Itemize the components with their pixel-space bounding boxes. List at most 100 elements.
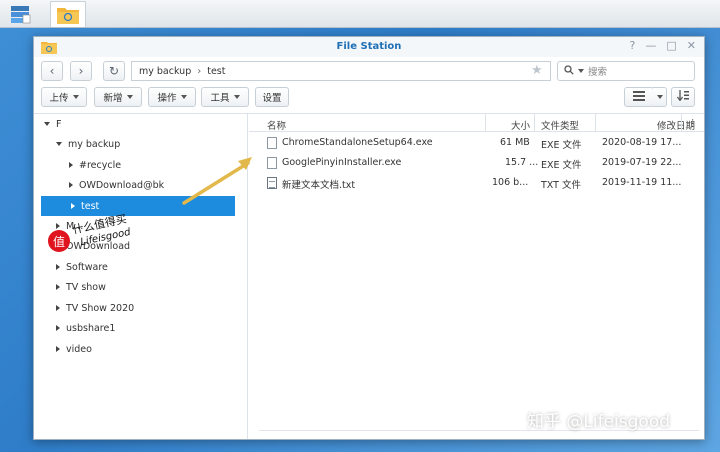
tree-item-label: test bbox=[81, 200, 100, 212]
tree-item-recycle[interactable]: #recycle bbox=[69, 155, 121, 175]
toolbar: 上传 新增 操作 工具 设置 bbox=[34, 87, 704, 109]
file-type: TXT 文件 bbox=[541, 180, 581, 191]
folder-tree: F my backup #recycle OWDownload@bk test … bbox=[34, 114, 248, 439]
sort-icon bbox=[677, 90, 689, 104]
breadcrumb-item[interactable]: my backup bbox=[139, 66, 191, 77]
column-type[interactable]: 文件类型 bbox=[541, 118, 579, 132]
file-station-folder-icon bbox=[57, 7, 79, 24]
chevron-down-icon bbox=[656, 95, 663, 99]
chevron-down-icon bbox=[72, 95, 79, 99]
new-button[interactable]: 新增 bbox=[94, 87, 142, 107]
table-row[interactable]: GooglePinyinInstaller.exe 15.7 ... EXE 文… bbox=[249, 153, 704, 173]
tree-root-label: F bbox=[56, 118, 62, 130]
collapse-icon[interactable] bbox=[56, 346, 60, 352]
chevron-left-icon: ‹ bbox=[49, 64, 55, 78]
chevron-down-icon bbox=[126, 95, 133, 99]
taskbar-app-synology[interactable] bbox=[2, 1, 38, 27]
view-mode-button[interactable] bbox=[624, 87, 654, 107]
tree-root[interactable]: F bbox=[44, 114, 61, 134]
close-icon[interactable]: ✕ bbox=[687, 39, 696, 52]
breadcrumb-item[interactable]: test bbox=[207, 66, 225, 77]
tools-label: 工具 bbox=[210, 93, 230, 104]
file-name: GooglePinyinInstaller.exe bbox=[282, 157, 402, 168]
file-size: 106 b... bbox=[492, 177, 529, 188]
file-list: 名称 大小 文件类型 修改日期 ⋮ ChromeStandaloneSetup6… bbox=[249, 114, 704, 439]
action-button[interactable]: 操作 bbox=[148, 87, 196, 107]
tree-item-video[interactable]: video bbox=[56, 339, 92, 359]
minimize-icon[interactable]: — bbox=[645, 39, 656, 52]
tree-item-my-backup[interactable]: my backup bbox=[56, 134, 120, 154]
table-row[interactable]: 新建文本文档.txt 106 b... TXT 文件 2019-11-19 11… bbox=[249, 173, 704, 193]
forward-button[interactable]: › bbox=[70, 61, 92, 81]
tree-item-label: video bbox=[66, 343, 92, 355]
sort-button[interactable] bbox=[671, 87, 695, 107]
search-input[interactable]: 搜索 bbox=[557, 61, 695, 81]
upload-label: 上传 bbox=[49, 93, 69, 104]
taskbar bbox=[0, 0, 720, 28]
column-divider[interactable] bbox=[595, 114, 596, 132]
view-mode-dropdown[interactable] bbox=[653, 87, 667, 107]
tree-item-tv-show-2020[interactable]: TV Show 2020 bbox=[56, 298, 134, 318]
tree-item-label: Software bbox=[66, 261, 108, 273]
search-placeholder: 搜索 bbox=[588, 67, 608, 78]
file-size: 61 MB bbox=[500, 137, 530, 148]
tree-item-tv-show[interactable]: TV show bbox=[56, 277, 106, 297]
file-type: EXE 文件 bbox=[541, 140, 582, 151]
star-icon[interactable]: ★ bbox=[531, 63, 543, 78]
collapse-icon[interactable] bbox=[71, 203, 75, 209]
file-modified: 2020-08-19 17... bbox=[602, 137, 682, 148]
collapse-icon[interactable] bbox=[56, 325, 60, 331]
help-icon[interactable]: ? bbox=[630, 39, 636, 52]
new-label: 新增 bbox=[103, 93, 123, 104]
file-name: 新建文本文档.txt bbox=[282, 180, 356, 191]
tree-item-label: OWDownload@bk bbox=[79, 179, 165, 191]
column-divider[interactable] bbox=[485, 114, 486, 132]
expand-icon[interactable] bbox=[44, 122, 50, 126]
column-divider[interactable] bbox=[681, 114, 682, 132]
file-type: EXE 文件 bbox=[541, 160, 582, 171]
tree-item-owdownload-bk[interactable]: OWDownload@bk bbox=[69, 175, 164, 195]
tree-item-usbshare1[interactable]: usbshare1 bbox=[56, 318, 115, 338]
file-station-window: File Station ? — □ ✕ ‹ › ↻ my backup › t… bbox=[33, 36, 705, 440]
expand-icon[interactable] bbox=[56, 142, 62, 146]
tree-item-software[interactable]: Software bbox=[56, 257, 108, 277]
column-name[interactable]: 名称 bbox=[267, 118, 286, 132]
back-button[interactable]: ‹ bbox=[41, 61, 63, 81]
file-list-header: 名称 大小 文件类型 修改日期 ⋮ bbox=[249, 114, 704, 132]
file-modified: 2019-07-19 22... bbox=[602, 157, 682, 168]
collapse-icon[interactable] bbox=[56, 284, 60, 290]
column-divider[interactable] bbox=[534, 114, 535, 132]
upload-button[interactable]: 上传 bbox=[41, 87, 87, 107]
tools-button[interactable]: 工具 bbox=[201, 87, 249, 107]
table-row[interactable]: ChromeStandaloneSetup64.exe 61 MB EXE 文件… bbox=[249, 133, 704, 153]
refresh-icon: ↻ bbox=[108, 64, 120, 78]
settings-button[interactable]: 设置 bbox=[255, 87, 289, 107]
chevron-right-icon: › bbox=[78, 64, 84, 78]
collapse-icon[interactable] bbox=[56, 264, 60, 270]
maximize-icon[interactable]: □ bbox=[666, 39, 676, 52]
collapse-icon[interactable] bbox=[69, 162, 73, 168]
taskbar-app-file-station[interactable] bbox=[50, 1, 86, 27]
breadcrumb[interactable]: my backup › test bbox=[131, 61, 551, 81]
tree-item-test[interactable]: test bbox=[41, 196, 235, 216]
file-modified: 2019-11-19 11... bbox=[602, 177, 682, 188]
chevron-down-icon bbox=[180, 95, 187, 99]
window-title: File Station bbox=[336, 41, 402, 52]
file-name: ChromeStandaloneSetup64.exe bbox=[282, 137, 433, 148]
txt-file-icon bbox=[267, 177, 277, 189]
collapse-icon[interactable] bbox=[56, 305, 60, 311]
refresh-button[interactable]: ↻ bbox=[103, 61, 125, 81]
breadcrumb-separator-icon: › bbox=[197, 65, 202, 77]
collapse-icon[interactable] bbox=[69, 182, 73, 188]
list-view-icon bbox=[633, 90, 645, 104]
column-options-icon[interactable]: ⋮ bbox=[688, 118, 698, 129]
tree-item-label: my backup bbox=[68, 138, 121, 150]
window-controls: ? — □ ✕ bbox=[630, 39, 696, 52]
tree-item-label: #recycle bbox=[79, 159, 122, 171]
column-size[interactable]: 大小 bbox=[511, 118, 530, 132]
collapse-icon[interactable] bbox=[56, 223, 60, 229]
synology-app-icon bbox=[11, 6, 31, 24]
search-dropdown-icon[interactable] bbox=[578, 69, 584, 73]
tree-item-label: TV show bbox=[66, 281, 106, 293]
action-label: 操作 bbox=[157, 93, 177, 104]
